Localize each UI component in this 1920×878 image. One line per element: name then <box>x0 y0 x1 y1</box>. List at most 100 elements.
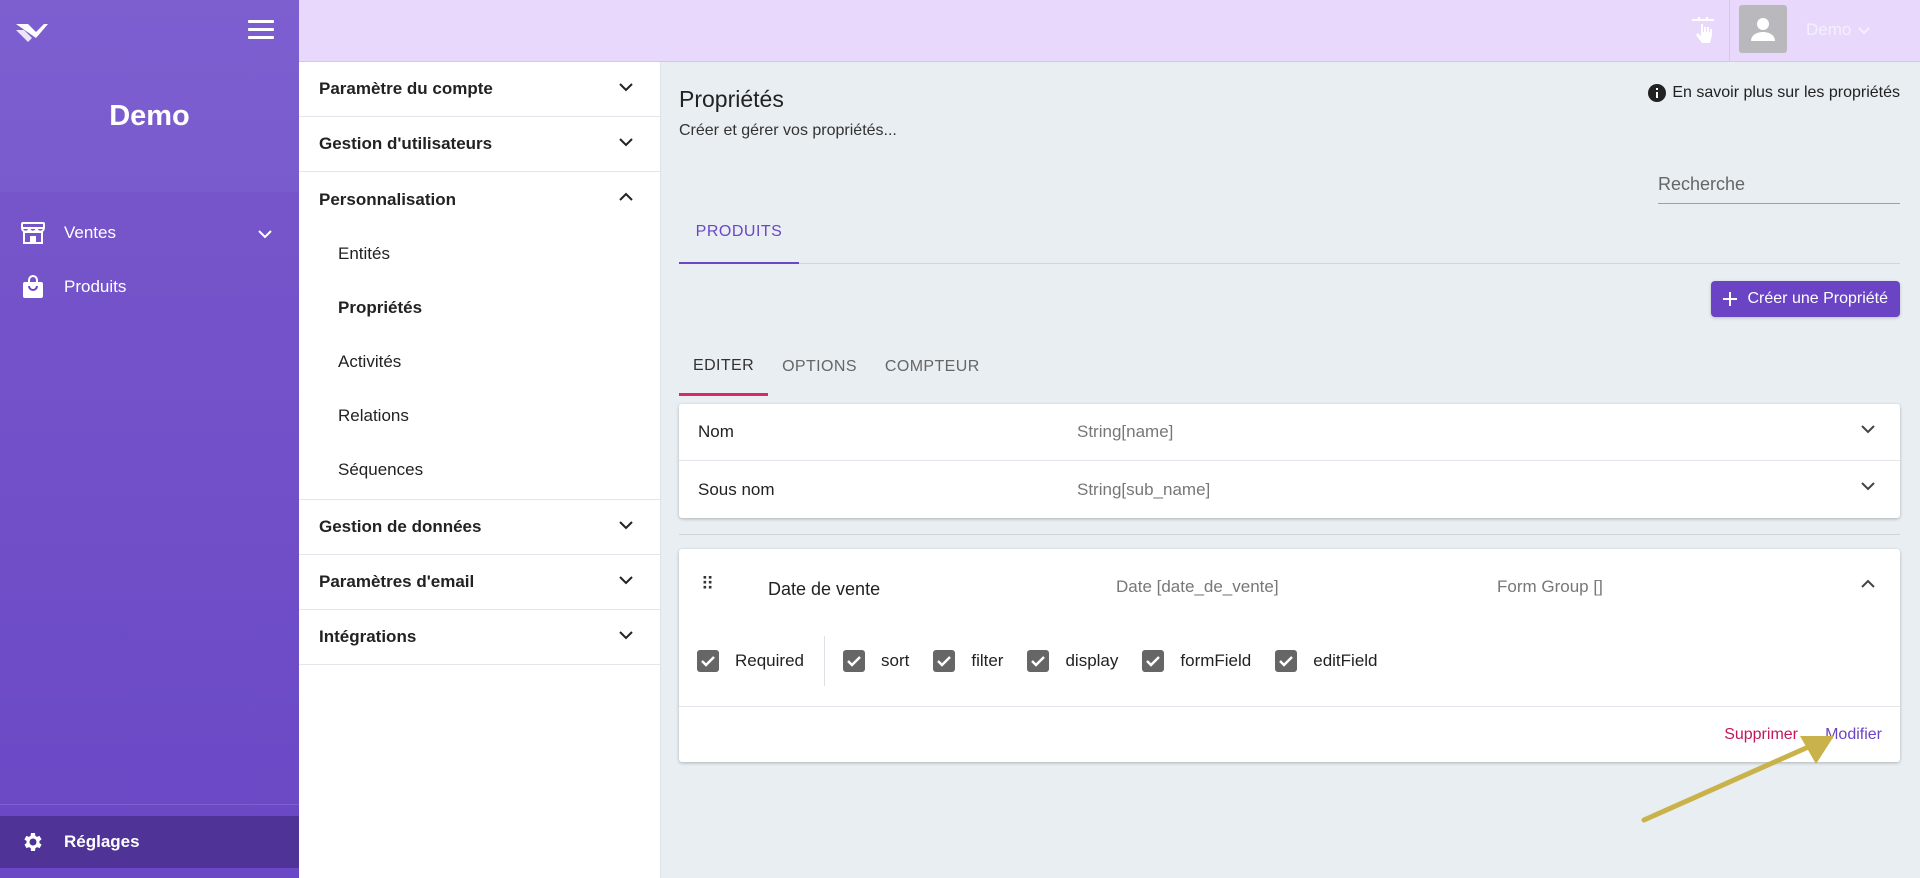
settings-item-sequences[interactable]: Séquences <box>299 443 660 497</box>
tab-compteur[interactable]: COMPTEUR <box>871 338 994 396</box>
chevron-down-icon <box>619 631 633 640</box>
property-name: Date de vente <box>768 579 881 599</box>
settings-group-label: Intégrations <box>319 627 417 646</box>
modify-button[interactable]: Modifier <box>1825 726 1882 744</box>
chevron-down-icon <box>619 521 633 530</box>
checkbox-filter[interactable]: filter <box>933 650 1003 672</box>
settings-group-compte[interactable]: Paramètre du compte <box>299 62 660 117</box>
checkbox-checked-icon <box>933 650 956 672</box>
settings-menu: Paramètre du compte Gestion d'utilisateu… <box>299 62 661 878</box>
settings-item-activites[interactable]: Activités <box>299 335 660 389</box>
property-row[interactable]: Sous nom String[sub_name] <box>679 461 1900 518</box>
checkbox-checked-icon <box>1275 650 1298 672</box>
chevron-down-icon <box>619 138 633 147</box>
property-group: Form Group [] <box>1497 577 1603 596</box>
sidebar-nav: Ventes Produits <box>0 206 299 314</box>
settings-item-proprietes[interactable]: Propriétés <box>299 281 660 335</box>
chevron-down-icon <box>1861 425 1875 434</box>
chevron-down-icon <box>619 83 633 92</box>
tab-editer[interactable]: EDITER <box>679 338 769 396</box>
sidebar-item-label: Ventes <box>64 223 116 242</box>
tab-options[interactable]: OPTIONS <box>768 338 871 396</box>
plus-icon <box>1723 292 1738 306</box>
chevron-down-icon <box>619 576 633 585</box>
checkbox-label: formField <box>1180 651 1252 670</box>
sidebar-item-reglages[interactable]: Réglages <box>0 816 299 868</box>
avatar[interactable] <box>1739 5 1787 53</box>
property-tabs: EDITER OPTIONS COMPTEUR <box>679 338 994 396</box>
drag-handle-icon[interactable]: ⠿ <box>701 574 714 595</box>
settings-sublist: Entités Propriétés Activités Relations S… <box>299 227 660 500</box>
tab-produits[interactable]: PRODUITS <box>679 202 799 264</box>
property-type: String[sub_name] <box>1077 479 1211 499</box>
checkbox-checked-icon <box>1027 650 1050 672</box>
settings-group-donnees[interactable]: Gestion de données <box>299 500 660 555</box>
expanded-property-card: ⠿ Date de vente Date [date_de_vente] For… <box>679 549 1900 762</box>
checkbox-formfield[interactable]: formField <box>1142 650 1251 672</box>
search-input[interactable] <box>1658 170 1900 204</box>
checkbox-required[interactable]: Required <box>697 650 804 672</box>
settings-group-integrations[interactable]: Intégrations <box>299 610 660 665</box>
settings-item-entites[interactable]: Entités <box>299 227 660 281</box>
user-icon <box>1751 18 1775 41</box>
settings-group-personnalisation[interactable]: Personnalisation <box>299 172 660 227</box>
checkbox-label: editField <box>1313 651 1378 670</box>
user-name-label: Demo <box>1806 20 1852 39</box>
page-subtitle: Créer et gérer vos propriétés... <box>679 122 897 139</box>
checkbox-checked-icon <box>843 650 865 672</box>
entity-tabs: PRODUITS <box>679 202 1900 264</box>
chevron-down-icon <box>1861 482 1875 491</box>
store-icon <box>20 220 46 246</box>
sidebar-item-produits[interactable]: Produits <box>0 260 299 314</box>
settings-group-utilisateurs[interactable]: Gestion d'utilisateurs <box>299 117 660 172</box>
shopping-bag-icon <box>20 274 46 300</box>
chevron-down-icon <box>1858 26 1871 34</box>
settings-group-label: Gestion de données <box>319 517 482 536</box>
property-type: Date [date_de_vente] <box>1116 577 1279 596</box>
logo-icon[interactable] <box>14 18 50 46</box>
property-type: String[name] <box>1077 422 1174 441</box>
property-name: Nom <box>698 422 734 441</box>
checkbox-divider <box>824 636 825 686</box>
checkbox-editfield[interactable]: editField <box>1275 650 1378 672</box>
user-menu[interactable]: Demo <box>1806 20 1871 40</box>
sidebar: Demo Ventes Produits Réglages <box>0 0 299 878</box>
chevron-up-icon[interactable] <box>1860 579 1876 589</box>
create-property-button[interactable]: Créer une Propriété <box>1711 281 1900 317</box>
settings-group-label: Paramètre du compte <box>319 79 493 98</box>
page-title: Propriétés <box>679 86 784 112</box>
checkbox-display[interactable]: display <box>1027 650 1118 672</box>
settings-group-email[interactable]: Paramètres d'email <box>299 555 660 610</box>
top-bar: Demo <box>299 0 1920 62</box>
main-content: Propriétés Créer et gérer vos propriétés… <box>661 62 1920 878</box>
menu-icon[interactable] <box>248 20 274 42</box>
settings-group-label: Gestion d'utilisateurs <box>319 134 493 153</box>
sidebar-divider <box>0 804 299 805</box>
sidebar-header: Demo <box>0 0 299 192</box>
property-name: Sous nom <box>698 479 775 499</box>
chevron-up-icon <box>619 192 633 201</box>
sidebar-bottom-label: Réglages <box>64 832 140 851</box>
delete-button[interactable]: Supprimer <box>1724 726 1798 744</box>
checkbox-sort[interactable]: sort <box>843 650 909 672</box>
create-property-label: Créer une Propriété <box>1747 290 1888 307</box>
gear-icon <box>20 829 46 855</box>
learn-more-label: En savoir plus sur les propriétés <box>1672 84 1900 101</box>
checkbox-checked-icon <box>697 650 719 672</box>
sidebar-item-label: Produits <box>64 277 127 296</box>
checkbox-label: sort <box>881 651 910 670</box>
settings-group-label: Paramètres d'email <box>319 572 475 591</box>
property-row[interactable]: Nom String[name] <box>679 404 1900 461</box>
checkbox-checked-icon <box>1142 650 1165 672</box>
learn-more-link[interactable]: En savoir plus sur les propriétés <box>1648 84 1900 102</box>
touch-icon[interactable] <box>1688 14 1718 46</box>
property-flags: Required sort filter display formField e… <box>697 635 1402 687</box>
sidebar-item-ventes[interactable]: Ventes <box>0 206 299 260</box>
settings-group-label: Personnalisation <box>319 189 456 209</box>
checkbox-label: display <box>1065 651 1119 670</box>
settings-item-relations[interactable]: Relations <box>299 389 660 443</box>
sidebar-title: Demo <box>109 100 190 132</box>
checkbox-label: Required <box>735 651 804 670</box>
checkbox-label: filter <box>971 651 1004 670</box>
card-actions: Supprimer Modifier <box>679 706 1900 762</box>
